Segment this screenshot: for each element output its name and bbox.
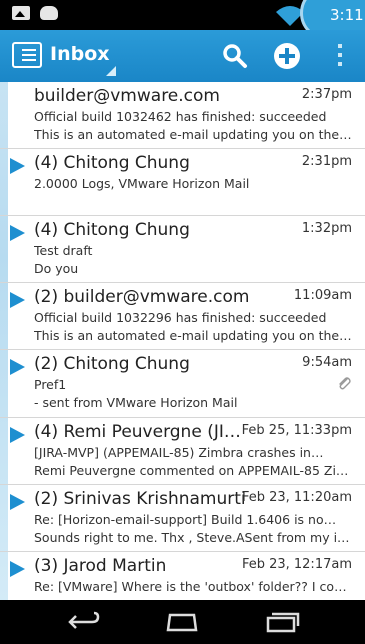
list-item[interactable]: (4) Chitong Chung 1:32pm Test draft Do y… <box>0 216 365 283</box>
email-list: builder@vmware.com 2:37pm Official build… <box>0 82 365 600</box>
email-subject: 2.0000 Logs, VMware Horizon Mail <box>34 176 250 191</box>
gallery-notification-icon <box>12 6 30 20</box>
chevron-down-icon[interactable] <box>106 66 116 76</box>
email-sender: (2) builder@vmware.com <box>34 287 250 307</box>
list-item[interactable]: builder@vmware.com 2:37pm Official build… <box>0 82 365 149</box>
compose-icon[interactable] <box>274 43 300 69</box>
email-subject: Pref1 <box>34 377 67 392</box>
back-icon[interactable] <box>64 610 104 634</box>
email-preview: Do you <box>34 261 79 276</box>
email-subject: [JIRA-MVP] (APPEMAIL-85) Zimbra crashes … <box>34 445 324 460</box>
email-time: 1:32pm <box>301 221 352 236</box>
email-preview: This is an automated e-mail updating you… <box>34 328 352 343</box>
list-item[interactable]: (2) builder@vmware.com 11:09am Official … <box>0 283 365 350</box>
unread-indicator-icon <box>10 225 25 241</box>
email-subject: Official build 1032462 has finished: suc… <box>34 109 327 124</box>
navigation-bar <box>0 600 365 644</box>
email-subject: Official build 1032296 has finished: suc… <box>34 310 327 325</box>
email-sender: (4) Remi Peuvergne (JI… <box>34 422 241 442</box>
phone-screen: 3:11 Inbox builder@vmware.com 2:37pm Off… <box>0 0 365 644</box>
email-preview: Sounds right to me. Thx , Steve.ASent fr… <box>34 530 352 545</box>
email-subject: Re: [Horizon-email-support] Build 1.6406… <box>34 512 337 527</box>
menu-icon[interactable] <box>12 42 42 68</box>
inbox-title[interactable]: Inbox <box>50 43 110 65</box>
list-item[interactable]: (2) Chitong Chung 9:54am Pref1 - sent fr… <box>0 350 365 418</box>
email-sender: (3) Jarod Martin <box>34 556 167 576</box>
email-time: Feb 23, 11:20am <box>241 490 352 505</box>
list-item[interactable]: (4) Remi Peuvergne (JI… Feb 25, 11:33pm … <box>0 418 365 485</box>
email-time: 2:37pm <box>301 87 352 102</box>
email-sender: (2) Chitong Chung <box>34 354 190 374</box>
list-item[interactable]: (4) Chitong Chung 2:31pm 2.0000 Logs, VM… <box>0 149 365 216</box>
list-item[interactable]: (3) Jarod Martin Feb 23, 12:17am Re: [VM… <box>0 552 365 600</box>
email-time: 2:31pm <box>301 154 352 169</box>
recent-apps-icon[interactable] <box>262 610 302 634</box>
email-time: Feb 23, 12:17am <box>241 557 352 572</box>
status-time: 3:11 <box>330 6 364 24</box>
action-bar: Inbox <box>0 30 365 82</box>
email-time: 11:09am <box>293 288 352 303</box>
unread-indicator-icon <box>10 427 25 443</box>
email-sender: builder@vmware.com <box>34 86 220 106</box>
cat-notification-icon <box>40 6 58 20</box>
email-preview: - sent from VMware Horizon Mail <box>34 395 238 410</box>
unread-indicator-icon <box>10 158 25 174</box>
overflow-menu-icon[interactable] <box>338 44 344 68</box>
email-sender: (4) Chitong Chung <box>34 220 190 240</box>
unread-indicator-icon <box>10 561 25 577</box>
list-item[interactable]: (2) Srinivas Krishnamurti Feb 23, 11:20a… <box>0 485 365 552</box>
home-icon[interactable] <box>162 610 202 634</box>
unread-indicator-icon <box>10 359 25 375</box>
email-time: Feb 25, 11:33pm <box>241 423 352 438</box>
email-preview: This is an automated e-mail updating you… <box>34 127 352 142</box>
status-bar: 3:11 <box>0 0 365 40</box>
unread-indicator-icon <box>10 292 25 308</box>
unread-indicator-icon <box>10 494 25 510</box>
email-sender: (2) Srinivas Krishnamurti <box>34 489 246 509</box>
email-subject: Test draft <box>34 243 93 258</box>
search-icon[interactable] <box>222 43 248 69</box>
email-preview: Remi Peuvergne commented on APPEMAIL-85 … <box>34 463 349 478</box>
email-time: 9:54am <box>302 355 352 370</box>
email-subject: Re: [VMware] Where is the 'outbox' folde… <box>34 579 347 594</box>
email-sender: (4) Chitong Chung <box>34 153 190 173</box>
